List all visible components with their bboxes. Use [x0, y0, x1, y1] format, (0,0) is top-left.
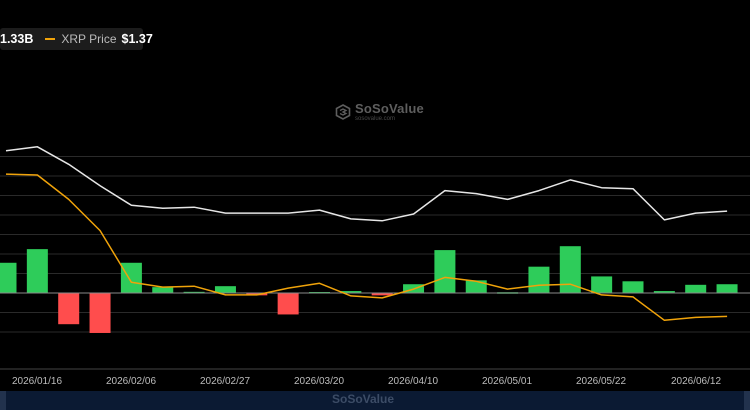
bar	[214, 286, 236, 293]
range-handle-left[interactable]	[0, 391, 6, 410]
x-tick-label: 2026/03/20	[293, 376, 345, 387]
bar	[152, 287, 174, 293]
bar	[277, 293, 299, 315]
bar	[591, 276, 613, 293]
x-tick-label: 2026/02/27	[199, 376, 251, 387]
navigator-watermark-text: SoSoValue	[332, 392, 395, 406]
chart-svg	[0, 146, 750, 370]
bar	[120, 262, 142, 293]
xrp-price-line	[5, 173, 728, 322]
x-tick-label: 2026/06/12	[670, 376, 722, 387]
bar	[465, 280, 487, 293]
bar	[434, 250, 456, 293]
x-tick-label: 2026/01/16	[11, 376, 63, 387]
watermark-text: SoSoValue	[355, 101, 424, 116]
x-tick-label: 2026/02/06	[105, 376, 157, 387]
sosovalue-logo-icon	[335, 103, 351, 120]
watermark-subtext: sosovalue.com	[355, 116, 396, 122]
chart-root: 1.33B XRP Price $1.37 SoSoValue sosovalu…	[0, 0, 750, 410]
range-handle-right[interactable]	[744, 391, 750, 410]
bar	[0, 262, 17, 293]
x-tick-label: 2026/05/22	[575, 376, 627, 387]
bar	[716, 284, 738, 293]
bar	[26, 249, 48, 293]
x-tick-label: 2026/05/01	[481, 376, 533, 387]
watermark: SoSoValue sosovalue.com	[335, 101, 424, 122]
x-tick-label: 2026/04/10	[387, 376, 439, 387]
bar	[685, 284, 707, 293]
bar	[58, 293, 80, 325]
series-line-white	[5, 146, 728, 222]
bar	[89, 293, 111, 333]
bar	[622, 281, 644, 293]
bar	[528, 266, 550, 293]
